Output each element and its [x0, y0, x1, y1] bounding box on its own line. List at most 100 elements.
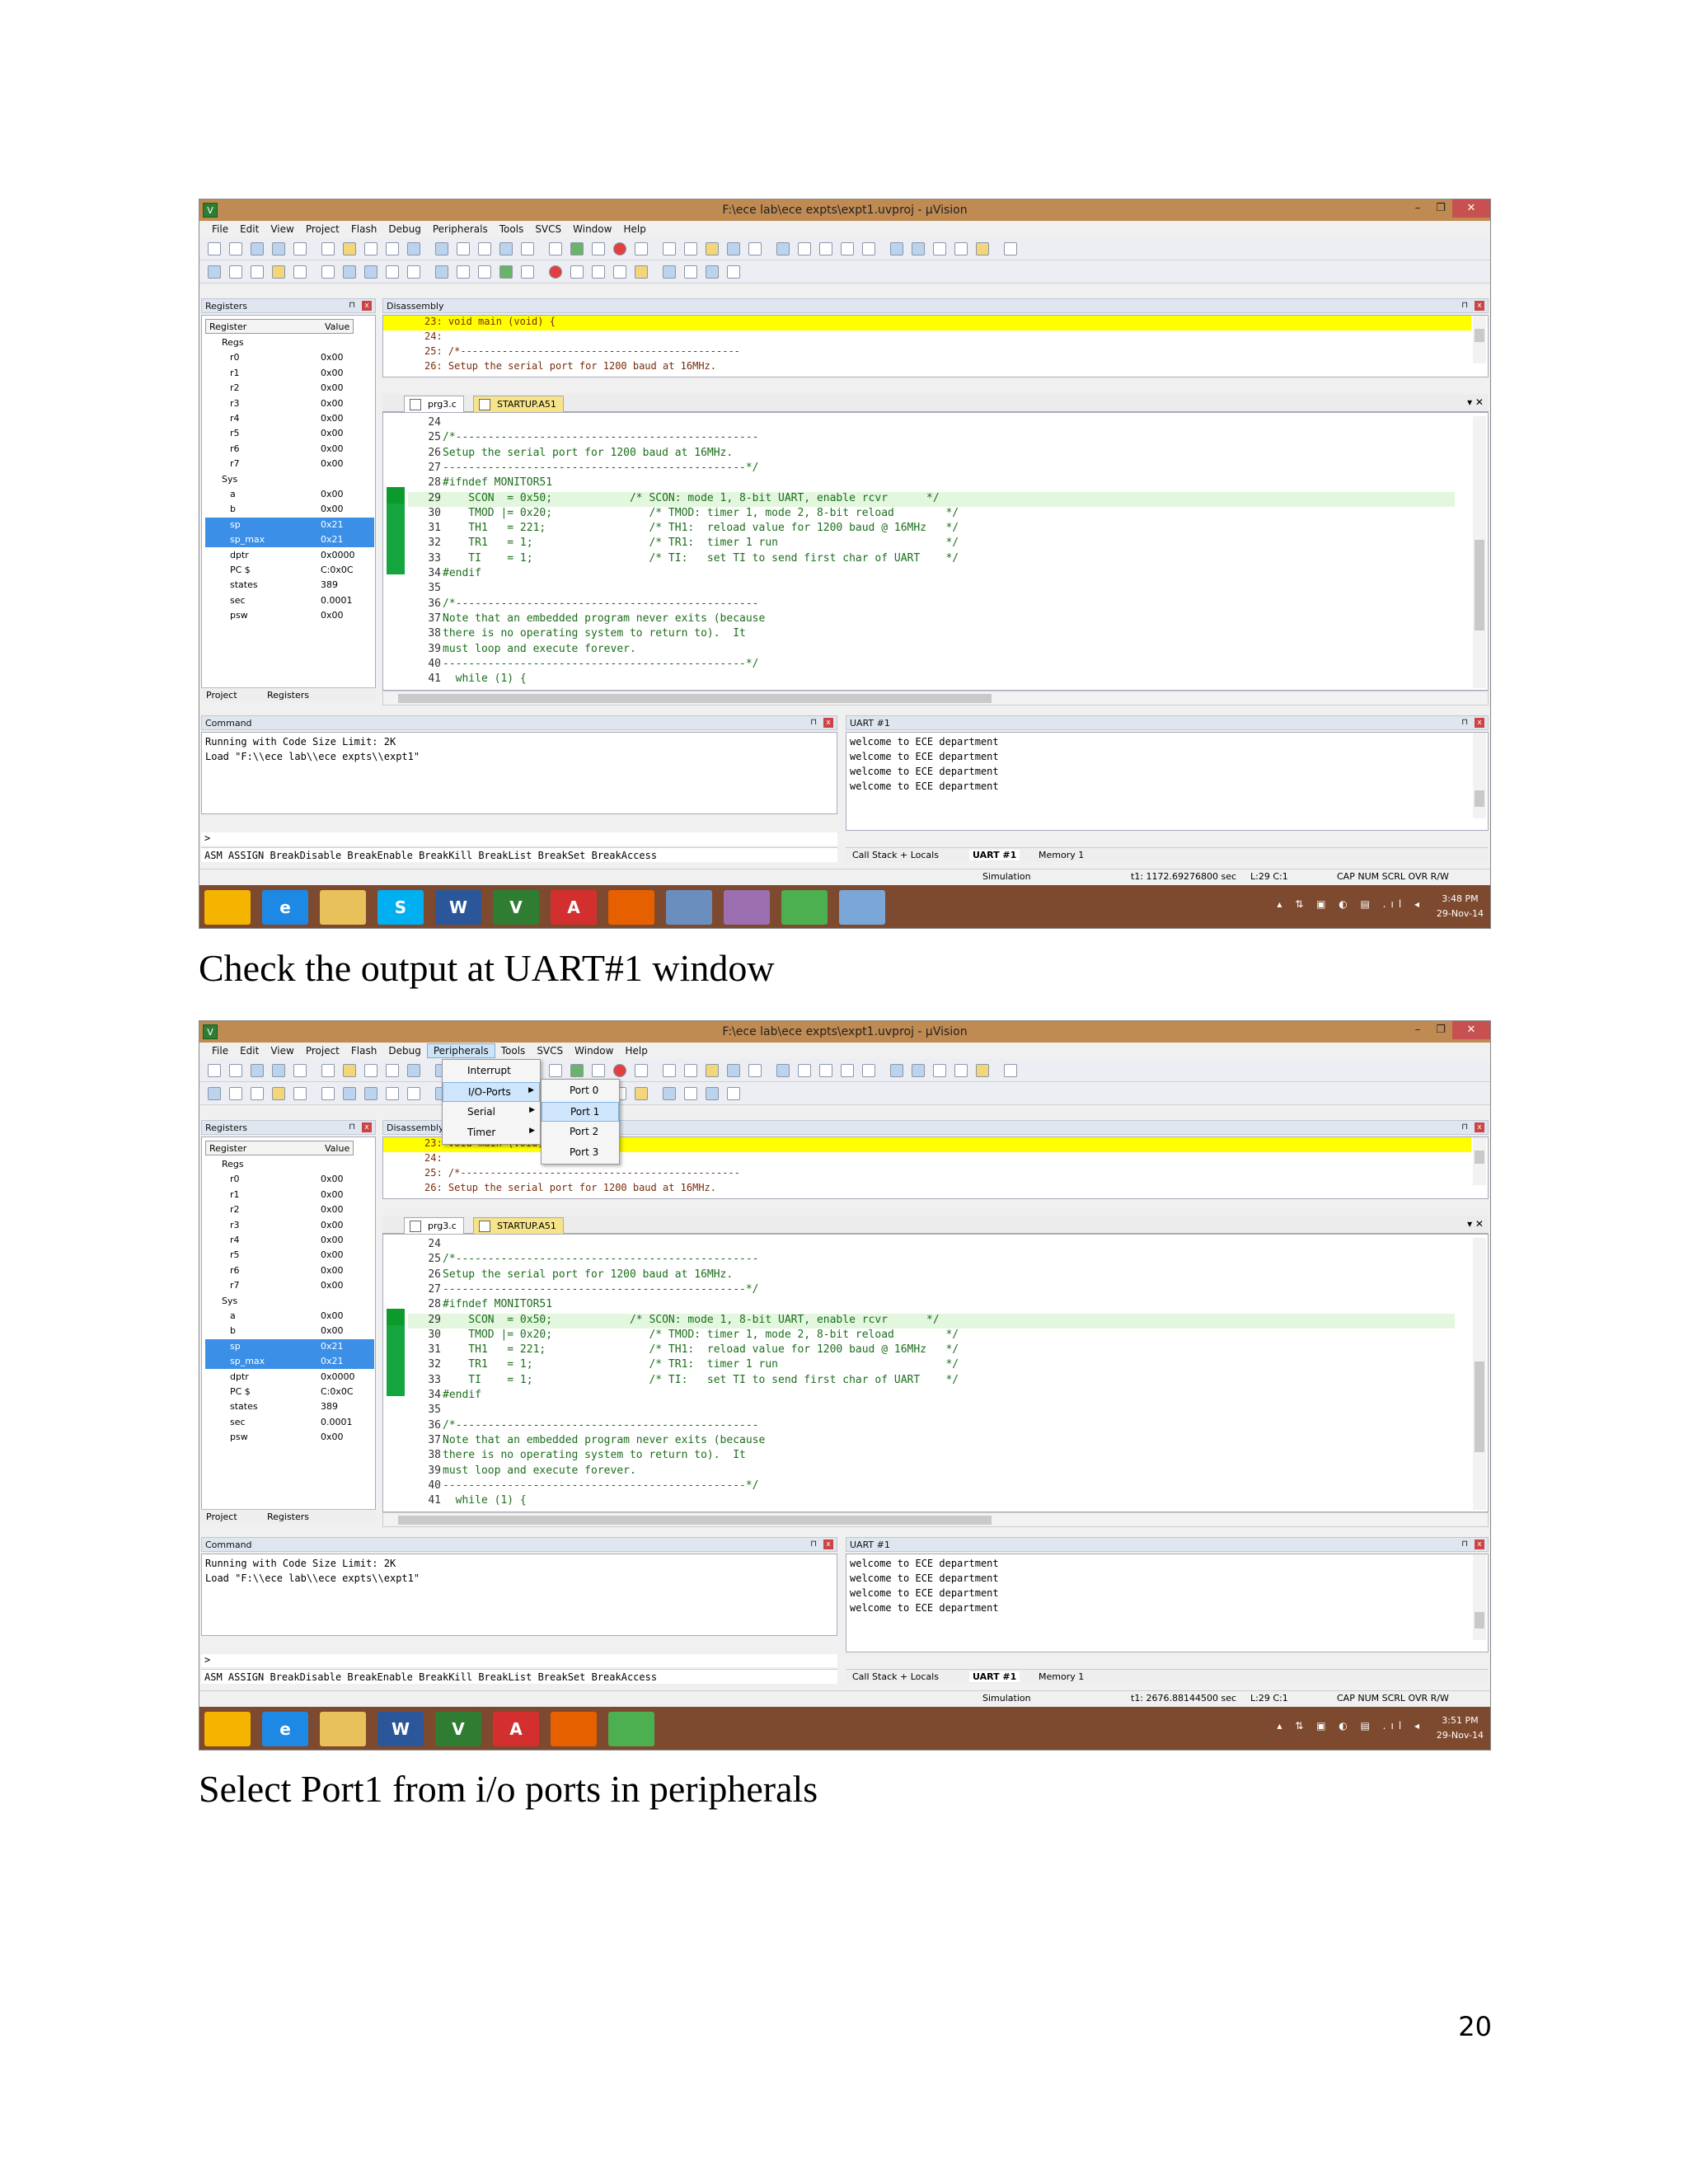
toolbar-icon[interactable]: [208, 242, 221, 255]
menu-item-serial[interactable]: Serial ▶: [443, 1103, 540, 1122]
toolbar-icon[interactable]: [293, 265, 307, 279]
toolbar-icon[interactable]: [663, 1064, 676, 1077]
register-row[interactable]: psw 0x00: [205, 1430, 374, 1445]
toolbar-icon[interactable]: [841, 242, 854, 255]
toolbar-icon[interactable]: [386, 1087, 399, 1100]
tab-registers[interactable]: Registers: [267, 1511, 309, 1522]
folder-icon[interactable]: [320, 890, 366, 925]
toolbar-icon[interactable]: [684, 242, 697, 255]
toolbar-icon[interactable]: [706, 242, 719, 255]
toolbar-icon[interactable]: [293, 1087, 307, 1100]
toolbar-icon[interactable]: [706, 1064, 719, 1077]
pin-icon[interactable]: ⊓: [1461, 1540, 1468, 1549]
toolbar-icon[interactable]: [499, 265, 513, 279]
tab-prg3[interactable]: prg3.c: [404, 396, 464, 412]
app-icon[interactable]: [839, 890, 885, 925]
toolbar-icon[interactable]: [343, 242, 356, 255]
toolbar-icon[interactable]: [521, 242, 534, 255]
toolbar-icon[interactable]: [251, 242, 264, 255]
toolbar-icon[interactable]: [293, 242, 307, 255]
toolbar-icon[interactable]: [954, 242, 968, 255]
menu-view[interactable]: View: [265, 223, 299, 236]
close-icon[interactable]: x: [823, 1540, 833, 1549]
toolbar-icon[interactable]: [343, 265, 356, 279]
toolbar-icon[interactable]: [862, 1064, 875, 1077]
command-input[interactable]: >: [201, 1654, 837, 1667]
menu-item-port-3[interactable]: Port 3: [542, 1143, 619, 1163]
toolbar-icon[interactable]: [933, 1064, 946, 1077]
register-row[interactable]: states 389: [205, 1399, 374, 1414]
toolbar-icon[interactable]: [819, 242, 832, 255]
register-row[interactable]: b 0x00: [205, 502, 374, 517]
menu-item-port-1[interactable]: Port 1: [542, 1102, 619, 1122]
minimize-button[interactable]: –: [1406, 1021, 1429, 1039]
tool-icon[interactable]: [724, 890, 770, 925]
pin-icon[interactable]: ⊓: [349, 1122, 355, 1132]
acrobat-icon[interactable]: A: [493, 1712, 539, 1746]
menu-help[interactable]: Help: [619, 1044, 653, 1057]
toolbar-icon[interactable]: [229, 1087, 242, 1100]
register-row[interactable]: sp_max 0x21: [205, 532, 374, 548]
toolbar-icon[interactable]: [386, 242, 399, 255]
toolbar-icon[interactable]: [976, 242, 989, 255]
menu-tools[interactable]: Tools: [495, 1044, 532, 1057]
scroll-thumb[interactable]: [1475, 790, 1484, 807]
restore-button[interactable]: ❐: [1429, 199, 1452, 218]
scroll-thumb[interactable]: [398, 1516, 992, 1525]
toolbar-icon[interactable]: [613, 265, 626, 279]
close-icon[interactable]: x: [362, 1122, 372, 1132]
toolbar-icon[interactable]: [407, 265, 420, 279]
toolbar-icon[interactable]: [663, 265, 676, 279]
toolbar-icon[interactable]: [272, 242, 285, 255]
vertical-scrollbar[interactable]: [1473, 1238, 1486, 1510]
toolbar-icon[interactable]: [364, 242, 377, 255]
toolbar-icon[interactable]: [407, 1087, 420, 1100]
register-row[interactable]: r2 0x00: [205, 381, 374, 396]
toolbar-icon[interactable]: [321, 1064, 335, 1077]
clock[interactable]: 3:48 PM 29-Nov-14: [1437, 892, 1484, 921]
toolbar-icon[interactable]: [570, 1064, 584, 1077]
toolbar-icon[interactable]: [229, 265, 242, 279]
chrome-icon[interactable]: [781, 890, 828, 925]
register-row[interactable]: r5 0x00: [205, 426, 374, 441]
tab-registers[interactable]: Registers: [267, 690, 309, 701]
register-row[interactable]: PC $ C:0x0C: [205, 1385, 374, 1399]
register-row[interactable]: a 0x00: [205, 487, 374, 502]
menu-item-ioports[interactable]: I/O-Ports ▶: [443, 1082, 540, 1102]
toolbar-icon[interactable]: [635, 242, 648, 255]
toolbar-icon[interactable]: [684, 265, 697, 279]
start-icon[interactable]: [204, 1712, 251, 1746]
register-row[interactable]: sp 0x21: [205, 517, 374, 532]
toolbar-icon[interactable]: [684, 1087, 697, 1100]
tab-project[interactable]: Project: [206, 1511, 237, 1522]
register-row[interactable]: r0 0x00: [205, 350, 374, 365]
toolbar-icon[interactable]: [727, 265, 740, 279]
scroll-thumb[interactable]: [398, 694, 992, 703]
register-row[interactable]: r7 0x00: [205, 1278, 374, 1293]
pin-icon[interactable]: ⊓: [810, 718, 817, 727]
register-row[interactable]: PC $ C:0x0C: [205, 563, 374, 578]
toolbar-icon[interactable]: [364, 1087, 377, 1100]
toolbar-icon[interactable]: [819, 1064, 832, 1077]
word-icon[interactable]: W: [377, 1712, 424, 1746]
toolbar-icon[interactable]: [499, 242, 513, 255]
toolbar-icon[interactable]: [1004, 1064, 1017, 1077]
register-row[interactable]: r6 0x00: [205, 442, 374, 457]
toolbar-icon[interactable]: [457, 242, 470, 255]
scroll-thumb[interactable]: [1475, 1151, 1484, 1164]
toolbar-icon[interactable]: [407, 1064, 420, 1077]
command-input[interactable]: >: [201, 832, 837, 846]
scroll-thumb[interactable]: [1475, 329, 1484, 342]
toolbar-icon[interactable]: [592, 242, 605, 255]
register-row[interactable]: r0 0x00: [205, 1172, 374, 1187]
toolbar-icon[interactable]: [549, 242, 562, 255]
toolbar-icon[interactable]: [727, 242, 740, 255]
toolbar-icon[interactable]: [798, 242, 811, 255]
toolbar-icon[interactable]: [343, 1064, 356, 1077]
horizontal-scrollbar[interactable]: [382, 1512, 1489, 1527]
toolbar-icon[interactable]: [478, 265, 491, 279]
toolbar-icon[interactable]: [321, 1087, 335, 1100]
toolbar-icon[interactable]: [976, 1064, 989, 1077]
register-row[interactable]: Regs: [205, 1157, 374, 1172]
toolbar-icon[interactable]: [748, 242, 762, 255]
